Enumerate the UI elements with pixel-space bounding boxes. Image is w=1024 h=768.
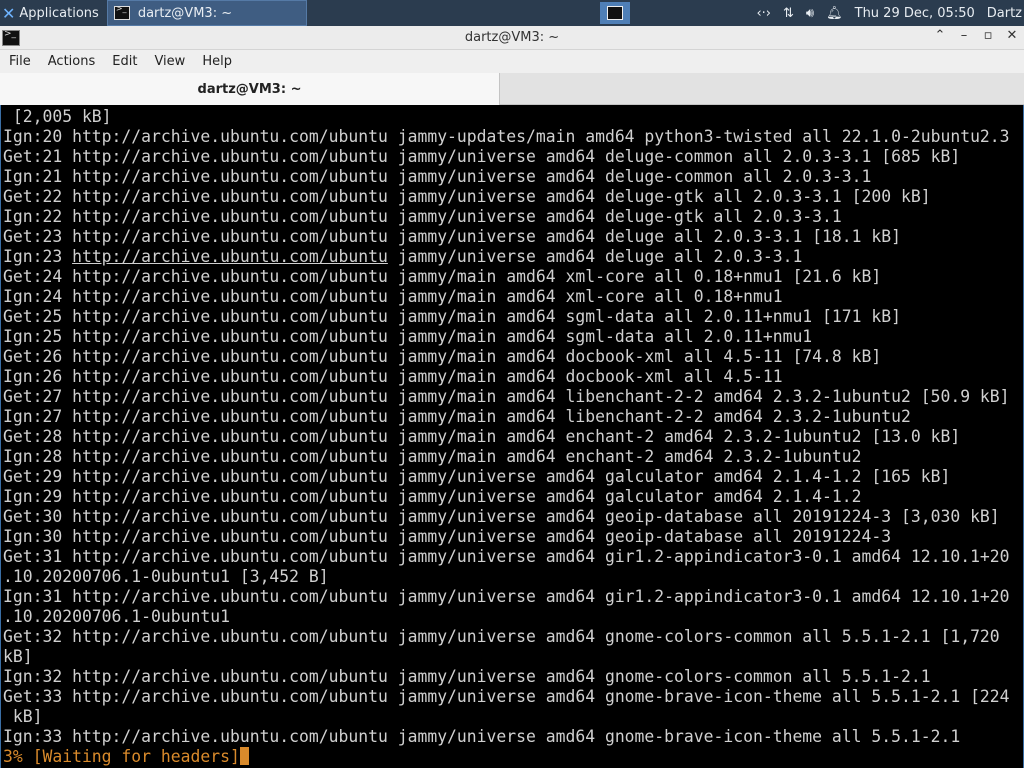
window-titlebar[interactable]: dartz@VM3: ~ ⌃ – ▫ ✕ — [0, 26, 1024, 50]
terminal-line: Ign:31 http://archive.ubuntu.com/ubuntu … — [3, 587, 1010, 606]
clock[interactable]: Thu 29 Dec, 05:50 — [855, 6, 975, 21]
network-icon[interactable]: ‹·› — [756, 6, 771, 21]
terminal-line: Get:21 http://archive.ubuntu.com/ubuntu … — [3, 147, 961, 166]
terminal-line: [2,005 kB] — [3, 107, 112, 126]
window-title: dartz@VM3: ~ — [464, 30, 560, 45]
terminal-line: Ign:23 http://archive.ubuntu.com/ubuntu … — [3, 247, 803, 266]
terminal-line: Ign:27 http://archive.ubuntu.com/ubuntu … — [3, 407, 911, 426]
volume-icon[interactable]: 🔊︎ — [806, 6, 814, 21]
menu-actions[interactable]: Actions — [39, 54, 104, 69]
terminal-line: Ign:21 http://archive.ubuntu.com/ubuntu … — [3, 167, 872, 186]
terminal-line: Get:24 http://archive.ubuntu.com/ubuntu … — [3, 267, 882, 286]
terminal-line: Get:27 http://archive.ubuntu.com/ubuntu … — [3, 387, 1010, 406]
terminal-line: Get:28 http://archive.ubuntu.com/ubuntu … — [3, 427, 961, 446]
chevron-up-icon[interactable]: ⌃ — [932, 28, 948, 43]
terminal-line: Ign:24 http://archive.ubuntu.com/ubuntu … — [3, 287, 783, 306]
terminal-line: kB] — [3, 647, 33, 666]
applications-menu-button[interactable]: ✕ Applications — [0, 0, 105, 26]
terminal-line: Get:23 http://archive.ubuntu.com/ubuntu … — [3, 227, 901, 246]
terminal-line: Ign:26 http://archive.ubuntu.com/ubuntu … — [3, 367, 783, 386]
terminal-line: Get:26 http://archive.ubuntu.com/ubuntu … — [3, 347, 882, 366]
progress-status-line: 3% [Waiting for headers] — [3, 747, 1010, 767]
hovered-url-link[interactable]: http://archive.ubuntu.com/ubuntu — [72, 247, 388, 266]
menu-edit[interactable]: Edit — [103, 54, 145, 69]
terminal-line: Ign:20 http://archive.ubuntu.com/ubuntu … — [3, 127, 1010, 146]
taskbar-terminal-label: dartz@VM3: ~ — [137, 5, 233, 21]
taskbar-terminal-button[interactable]: dartz@VM3: ~ — [106, 0, 307, 26]
close-button[interactable]: ✕ — [1004, 28, 1020, 43]
terminal-line: Ign:25 http://archive.ubuntu.com/ubuntu … — [3, 327, 813, 346]
terminal-line: Ign:29 http://archive.ubuntu.com/ubuntu … — [3, 487, 862, 506]
terminal-line: Ign:32 http://archive.ubuntu.com/ubuntu … — [3, 667, 931, 686]
tab-bar: dartz@VM3: ~ — [0, 73, 1024, 105]
maximize-button[interactable]: ▫ — [980, 28, 996, 43]
menu-help[interactable]: Help — [193, 54, 240, 69]
notification-bell-icon[interactable]: 🔔︎ — [826, 6, 843, 21]
menu-bar: File Actions Edit View Help — [0, 50, 1024, 73]
terminal-cursor — [239, 747, 249, 765]
tab-terminal[interactable]: dartz@VM3: ~ — [0, 73, 500, 105]
terminal-line: Ign:33 http://archive.ubuntu.com/ubuntu … — [3, 727, 961, 746]
terminal-line: Ign:22 http://archive.ubuntu.com/ubuntu … — [3, 207, 842, 226]
applications-label: Applications — [19, 5, 99, 21]
minimize-button[interactable]: – — [956, 28, 972, 43]
top-panel: ✕ Applications dartz@VM3: ~ ‹·› ⇅ 🔊︎ 🔔︎ … — [0, 0, 1024, 26]
terminal-line: .10.20200706.1-0ubuntu1 — [3, 607, 230, 626]
terminal-lines: [2,005 kB] Ign:20 http://archive.ubuntu.c… — [3, 107, 1010, 767]
terminal-line: Ign:28 http://archive.ubuntu.com/ubuntu … — [3, 447, 862, 466]
workspace-switcher[interactable] — [600, 2, 630, 24]
terminal-line: Get:33 http://archive.ubuntu.com/ubuntu … — [3, 687, 1010, 706]
window-controls: ⌃ – ▫ ✕ — [932, 28, 1020, 43]
terminal-line: .10.20200706.1-0ubuntu1 [3,452 B] — [3, 567, 329, 586]
system-tray: ‹·› ⇅ 🔊︎ 🔔︎ Thu 29 Dec, 05:50 Dartz — [756, 0, 1024, 26]
terminal-line: Get:31 http://archive.ubuntu.com/ubuntu … — [3, 547, 1010, 566]
terminal-line: kB] — [3, 707, 43, 726]
terminal-line: Get:32 http://archive.ubuntu.com/ubuntu … — [3, 627, 1000, 646]
terminal-line: Get:30 http://archive.ubuntu.com/ubuntu … — [3, 507, 1000, 526]
terminal-line: Get:29 http://archive.ubuntu.com/ubuntu … — [3, 467, 951, 486]
terminal-line: Get:22 http://archive.ubuntu.com/ubuntu … — [3, 187, 931, 206]
terminal-icon — [113, 4, 130, 20]
transfer-icon[interactable]: ⇅ — [783, 6, 794, 21]
workspace-terminal-icon — [607, 6, 623, 20]
xfce-logo-icon: ✕ — [2, 3, 16, 23]
terminal-line: Ign:30 http://archive.ubuntu.com/ubuntu … — [3, 527, 892, 546]
terminal-output[interactable]: [2,005 kB] Ign:20 http://archive.ubuntu.c… — [0, 105, 1024, 768]
user-menu[interactable]: Dartz — [987, 6, 1022, 21]
terminal-line: Get:25 http://archive.ubuntu.com/ubuntu … — [3, 307, 901, 326]
menu-file[interactable]: File — [0, 54, 39, 69]
menu-view[interactable]: View — [145, 54, 193, 69]
